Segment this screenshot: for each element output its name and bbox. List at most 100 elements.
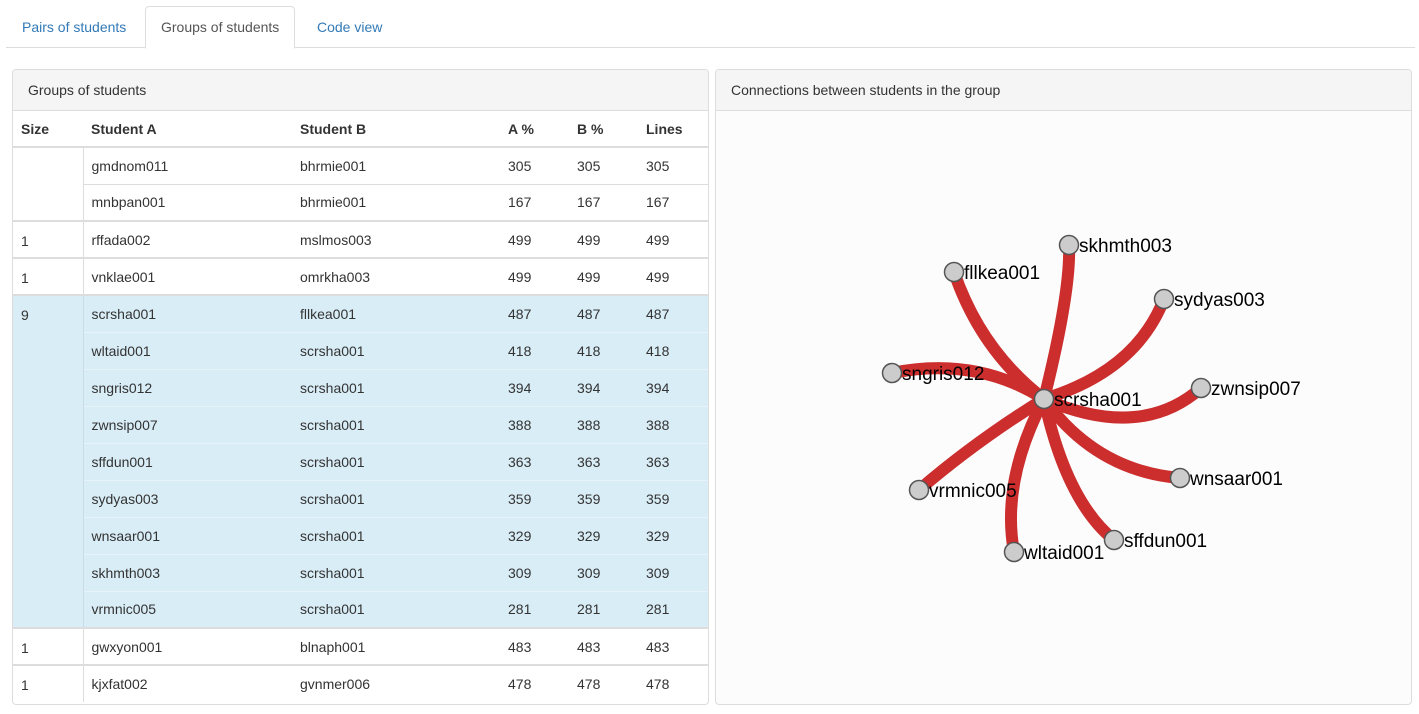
table-row[interactable]: wnsaar001 scrsha001 329 329 329 xyxy=(13,516,708,554)
b-percent-cell: 487 xyxy=(569,295,638,332)
table-row[interactable]: zwnsip007 scrsha001 388 388 388 xyxy=(13,405,708,443)
graph-node[interactable]: sydyas003 xyxy=(1153,288,1265,312)
student-b-cell: scrsha001 xyxy=(292,590,500,628)
lines-cell: 305 xyxy=(646,157,670,174)
graph-edge xyxy=(1038,239,1076,405)
graph-node[interactable]: vrmnic005 xyxy=(908,479,1017,503)
table-row[interactable]: 1 vnklae001 omrkha003 499 499 499 xyxy=(13,258,708,295)
lines-cell: 388 xyxy=(638,405,708,443)
a-percent-cell: 167 xyxy=(500,183,569,221)
group-size-cell: 1 xyxy=(13,628,84,665)
table-row[interactable]: 1 gwxyon001 blnaph001 483 483 483 xyxy=(13,628,708,665)
student-b-cell: bhrmie001 xyxy=(292,183,500,221)
graph-node[interactable]: zwnsip007 xyxy=(1190,377,1301,401)
graph-node-label: vrmnic005 xyxy=(929,481,1017,502)
b-percent-cell: 363 xyxy=(569,442,638,480)
graph-node-circle[interactable] xyxy=(1103,529,1125,551)
column-header-student-a[interactable]: Student A xyxy=(83,111,292,148)
table-row[interactable]: 1 rffada002 mslmos003 499 499 499 xyxy=(13,221,708,258)
lines-cell: 418 xyxy=(638,331,708,369)
graph-node-circle[interactable] xyxy=(1153,288,1175,310)
graph-node-circle[interactable] xyxy=(881,362,903,384)
graph-node-label: zwnsip007 xyxy=(1211,379,1301,400)
a-percent-cell: 359 xyxy=(500,479,569,517)
a-percent-cell: 394 xyxy=(500,368,569,406)
graph-node[interactable]: wltaid001 xyxy=(1003,541,1105,565)
graph-node[interactable]: sngris012 xyxy=(881,362,985,386)
group-size-cell xyxy=(13,147,84,221)
group-size-cell: 1 xyxy=(13,258,84,295)
graph-node-circle[interactable] xyxy=(1033,388,1055,410)
table-row[interactable]: 1 kjxfat002 gvnmer006 478 478 478 xyxy=(13,665,708,702)
a-percent-cell: 499 xyxy=(508,268,532,285)
table-row[interactable]: vrmnic005 scrsha001 281 281 281 xyxy=(13,590,708,628)
graph-node-circle[interactable] xyxy=(1003,541,1025,563)
lines-cell: 359 xyxy=(638,479,708,517)
lines-cell: 167 xyxy=(638,183,708,221)
student-b-cell: blnaph001 xyxy=(300,638,366,655)
table-row[interactable]: sngris012 scrsha001 394 394 394 xyxy=(13,368,708,406)
b-percent-cell: 483 xyxy=(577,638,601,655)
table-row[interactable]: skhmth003 scrsha001 309 309 309 xyxy=(13,553,708,591)
a-percent-cell: 329 xyxy=(500,516,569,554)
column-header-size[interactable]: Size xyxy=(13,111,83,148)
column-header-student-b[interactable]: Student B xyxy=(292,111,500,148)
column-header-b-percent[interactable]: B % xyxy=(569,111,638,148)
column-header-lines[interactable]: Lines xyxy=(638,111,708,148)
graph-node-label: sydyas003 xyxy=(1174,290,1265,311)
graph-node-circle[interactable] xyxy=(1058,234,1080,256)
b-percent-cell: 499 xyxy=(577,231,601,248)
graph-node-label: wltaid001 xyxy=(1023,543,1104,564)
table-row[interactable]: mnbpan001 bhrmie001 167 167 167 xyxy=(13,183,708,221)
a-percent-cell: 281 xyxy=(500,590,569,628)
column-header-a-percent[interactable]: A % xyxy=(500,111,569,148)
student-a-cell: scrsha001 xyxy=(83,295,292,332)
student-b-cell: bhrmie001 xyxy=(300,157,367,174)
student-a-cell: vnklae001 xyxy=(91,268,156,285)
graph-node[interactable]: fllkea001 xyxy=(943,261,1041,285)
graph-node-label: skhmth003 xyxy=(1079,236,1172,257)
table-group[interactable]: 9 scrsha001 fllkea001 487 487 487 wltaid001 scr… xyxy=(13,295,708,628)
student-b-cell: scrsha001 xyxy=(292,479,500,517)
tab-pairs-of-students[interactable]: Pairs of students xyxy=(6,6,142,48)
table-group[interactable]: 1 vnklae001 omrkha003 499 499 499 xyxy=(13,258,708,295)
graph-node-circle[interactable] xyxy=(908,479,930,501)
table-group[interactable]: 1 gwxyon001 blnaph001 483 483 483 xyxy=(13,628,708,665)
groups-table: Size Student A Student B A % B % Lines g… xyxy=(13,111,708,702)
table-row[interactable]: sydyas003 scrsha001 359 359 359 xyxy=(13,479,708,517)
a-percent-cell: 363 xyxy=(500,442,569,480)
table-header-row: Size Student A Student B A % B % Lines xyxy=(13,111,708,148)
graph-node[interactable]: wnsaar001 xyxy=(1169,467,1283,491)
table-row[interactable]: wltaid001 scrsha001 418 418 418 xyxy=(13,331,708,369)
graph-node-circle[interactable] xyxy=(1190,377,1212,399)
graph-node-circle[interactable] xyxy=(943,261,965,283)
table-row[interactable]: gmdnom011 bhrmie001 305 305 305 xyxy=(13,147,708,221)
student-b-cell: scrsha001 xyxy=(292,405,500,443)
graph-node[interactable]: skhmth003 xyxy=(1058,234,1172,258)
table-group[interactable]: 1 kjxfat002 gvnmer006 478 478 478 xyxy=(13,665,708,702)
graph-node[interactable]: sffdun001 xyxy=(1103,529,1208,553)
table-row[interactable]: sffdun001 scrsha001 363 363 363 xyxy=(13,442,708,480)
table-group[interactable]: gmdnom011 bhrmie001 305 305 305 mnbpan001 bhrm… xyxy=(13,147,708,221)
connections-graph[interactable]: skhmth003 fllkea001 sydyas003 sngris012 zwns… xyxy=(716,111,1411,704)
lines-cell: 499 xyxy=(646,268,670,285)
a-percent-cell: 388 xyxy=(500,405,569,443)
tab-groups-of-students[interactable]: Groups of students xyxy=(145,6,296,49)
student-b-cell: scrsha001 xyxy=(292,516,500,554)
tab-code-view[interactable]: Code view xyxy=(301,6,398,48)
b-percent-cell: 281 xyxy=(569,590,638,628)
student-a-cell: skhmth003 xyxy=(83,553,292,591)
b-percent-cell: 478 xyxy=(577,676,601,692)
b-percent-cell: 499 xyxy=(577,268,601,285)
tab-bar: Pairs of students Groups of students Cod… xyxy=(6,6,1415,49)
student-b-cell: scrsha001 xyxy=(292,553,500,591)
student-a-cell: zwnsip007 xyxy=(83,405,292,443)
table-group[interactable]: 1 rffada002 mslmos003 499 499 499 xyxy=(13,221,708,258)
table-row[interactable]: 9 scrsha001 fllkea001 487 487 487 xyxy=(13,295,708,628)
student-b-cell: scrsha001 xyxy=(292,331,500,369)
lines-cell: 363 xyxy=(638,442,708,480)
graph-node-circle[interactable] xyxy=(1169,467,1191,489)
connections-panel: Connections between students in the grou… xyxy=(715,69,1412,705)
lines-cell: 329 xyxy=(638,516,708,554)
a-percent-cell: 478 xyxy=(508,676,532,692)
